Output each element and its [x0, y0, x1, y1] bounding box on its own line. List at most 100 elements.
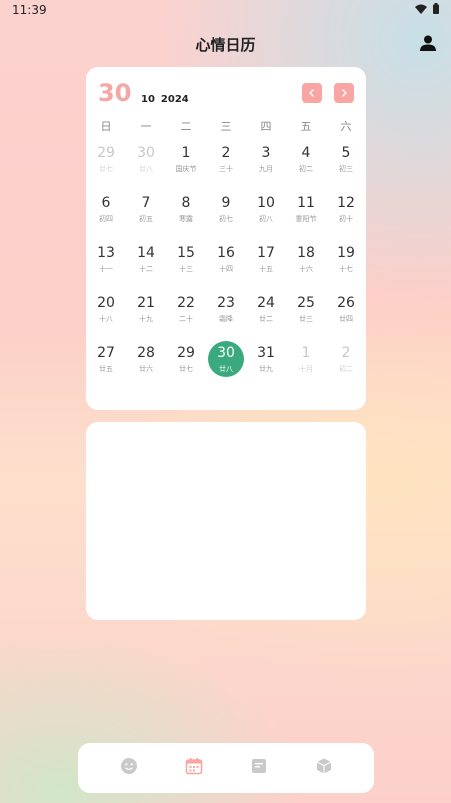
- weekday-label: 三: [220, 120, 232, 133]
- calendar-day[interactable]: 2 三十: [206, 143, 246, 193]
- lunar-label: 十月: [299, 365, 313, 373]
- calendar-day[interactable]: 8 寒露: [166, 193, 206, 243]
- weekday-label: 五: [300, 120, 312, 133]
- tab-note[interactable]: [248, 757, 270, 779]
- calendar-day[interactable]: 9 初七: [206, 193, 246, 243]
- weekday-label: 二: [180, 120, 192, 133]
- calendar-day[interactable]: 7 初五: [126, 193, 166, 243]
- calendar-day[interactable]: 28 廿六: [126, 343, 166, 393]
- day-number: 1: [181, 145, 191, 161]
- lunar-label: 十三: [179, 265, 193, 273]
- lunar-label: 廿七: [179, 365, 193, 373]
- box-icon: [315, 757, 333, 779]
- year-label: 2024: [160, 94, 189, 105]
- day-number: 30: [217, 345, 235, 361]
- calendar-day[interactable]: 20 十八: [86, 293, 126, 343]
- day-number: 12: [337, 195, 355, 211]
- calendar-day[interactable]: 30 廿八: [126, 143, 166, 193]
- tab-smiley[interactable]: [118, 757, 140, 779]
- calendar-day[interactable]: 15 十三: [166, 243, 206, 293]
- status-bar: 11:39: [0, 0, 451, 20]
- day-number: 3: [261, 145, 271, 161]
- lunar-label: 初二: [299, 165, 313, 173]
- day-number: 9: [221, 195, 231, 211]
- day-number: 31: [257, 345, 275, 361]
- calendar-day[interactable]: 18 十六: [286, 243, 326, 293]
- chevron-right-icon: [342, 89, 347, 97]
- calendar-day[interactable]: 31 廿九: [246, 343, 286, 393]
- lunar-label: 廿九: [259, 365, 273, 373]
- calendar-grid: 29 廿七 30 廿八 1 国庆节 2 三十 3 九月 4 初二 5 初三 6 初四 7 初五 8 寒露 9 初七 10 初八…: [86, 143, 366, 393]
- lunar-label: 初五: [139, 215, 153, 223]
- prev-month-button[interactable]: [302, 83, 322, 103]
- calendar-day[interactable]: 3 九月: [246, 143, 286, 193]
- calendar-day[interactable]: 23 霜降: [206, 293, 246, 343]
- next-month-button[interactable]: [334, 83, 354, 103]
- day-number: 5: [341, 145, 351, 161]
- calendar-day[interactable]: 1 国庆节: [166, 143, 206, 193]
- calendar-day[interactable]: 17 十五: [246, 243, 286, 293]
- calendar-day[interactable]: 4 初二: [286, 143, 326, 193]
- calendar-day[interactable]: 11 重阳节: [286, 193, 326, 243]
- calendar-day[interactable]: 10 初八: [246, 193, 286, 243]
- day-number: 30: [137, 145, 155, 161]
- calendar-day[interactable]: 12 初十: [326, 193, 366, 243]
- calendar-day[interactable]: 16 十四: [206, 243, 246, 293]
- calendar-day[interactable]: 29 廿七: [86, 143, 126, 193]
- weekday-header: 日一二三四五六: [86, 118, 366, 134]
- calendar-day[interactable]: 14 十二: [126, 243, 166, 293]
- calendar-day[interactable]: 25 廿三: [286, 293, 326, 343]
- day-number: 7: [141, 195, 151, 211]
- weekday-label: 一: [140, 120, 152, 133]
- calendar-day[interactable]: 27 廿五: [86, 343, 126, 393]
- lunar-label: 十四: [219, 265, 233, 273]
- calendar-day[interactable]: 26 廿四: [326, 293, 366, 343]
- profile-button[interactable]: [419, 34, 437, 52]
- day-number: 19: [337, 245, 355, 261]
- calendar-day[interactable]: 24 廿二: [246, 293, 286, 343]
- user-icon: [420, 35, 436, 51]
- bottom-tab-bar: [78, 743, 374, 793]
- lunar-label: 初十: [339, 215, 353, 223]
- day-number: 4: [301, 145, 311, 161]
- lunar-label: 廿七: [99, 165, 113, 173]
- month-year: 10 2024: [141, 94, 195, 105]
- lunar-label: 初二: [339, 365, 353, 373]
- day-number: 13: [97, 245, 115, 261]
- lunar-label: 廿八: [219, 365, 233, 373]
- calendar-day[interactable]: 5 初三: [326, 143, 366, 193]
- calendar-day[interactable]: 22 二十: [166, 293, 206, 343]
- lunar-label: 十九: [139, 315, 153, 323]
- lunar-label: 初三: [339, 165, 353, 173]
- day-number: 25: [297, 295, 315, 311]
- tab-calendar[interactable]: [183, 757, 205, 779]
- lunar-label: 十八: [99, 315, 113, 323]
- lunar-label: 十二: [139, 265, 153, 273]
- day-number: 26: [337, 295, 355, 311]
- calendar-day[interactable]: 13 十一: [86, 243, 126, 293]
- tab-box[interactable]: [313, 757, 335, 779]
- calendar-day[interactable]: 21 十九: [126, 293, 166, 343]
- calendar-card: 30 10 2024 日一二三四五六 29 廿七 30 廿八 1 国庆节 2 三十 3 九月 4 初二 5…: [86, 67, 366, 410]
- status-time: 11:39: [12, 3, 47, 17]
- lunar-label: 廿八: [139, 165, 153, 173]
- calendar-week-row: 6 初四 7 初五 8 寒露 9 初七 10 初八 11 重阳节 12 初十: [86, 193, 366, 243]
- day-number: 21: [137, 295, 155, 311]
- lunar-label: 十七: [339, 265, 353, 273]
- day-number: 14: [137, 245, 155, 261]
- page-title: 心情日历: [195, 36, 256, 54]
- lunar-label: 九月: [259, 165, 273, 173]
- day-number: 28: [137, 345, 155, 361]
- calendar-day[interactable]: 6 初四: [86, 193, 126, 243]
- calendar-day[interactable]: 2 初二: [326, 343, 366, 393]
- lunar-label: 三十: [219, 165, 233, 173]
- calendar-day[interactable]: 29 廿七: [166, 343, 206, 393]
- calendar-day[interactable]: 1 十月: [286, 343, 326, 393]
- calendar-day[interactable]: 19 十七: [326, 243, 366, 293]
- calendar-day-today[interactable]: 30 廿八: [206, 341, 246, 393]
- lunar-label: 寒露: [179, 215, 193, 223]
- day-number: 6: [101, 195, 111, 211]
- lunar-label: 初七: [219, 215, 233, 223]
- lunar-label: 初八: [259, 215, 273, 223]
- selected-day: 30: [98, 79, 132, 107]
